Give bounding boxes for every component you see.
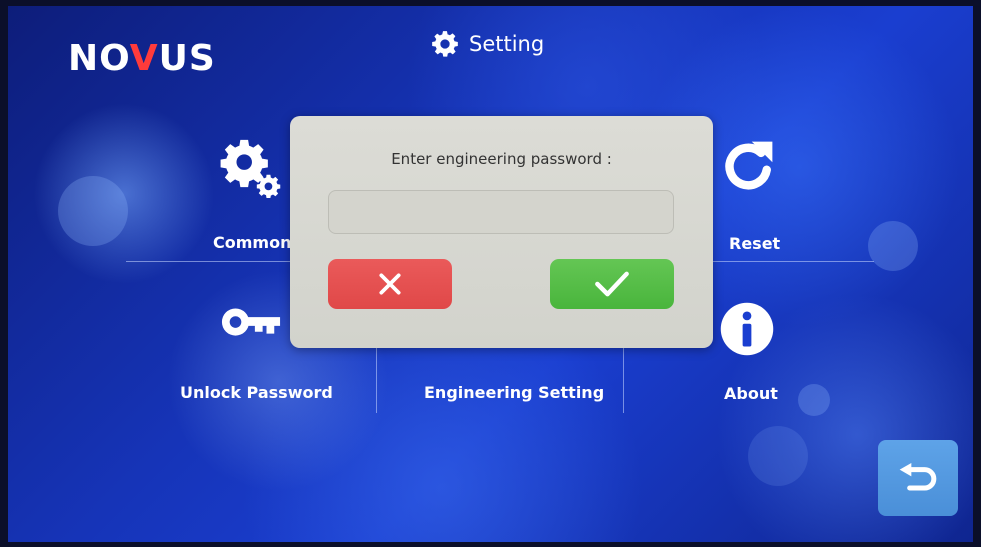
- logo-text-v: V: [129, 38, 159, 79]
- return-arrow-icon: [899, 463, 937, 491]
- password-dialog: Enter engineering password :: [290, 116, 713, 348]
- key-icon: [221, 308, 281, 336]
- page-title: Setting: [431, 30, 544, 58]
- menu-item-label: Engineering Setting: [424, 383, 605, 402]
- close-icon: [379, 273, 401, 295]
- gears-icon: [220, 139, 281, 198]
- password-input[interactable]: [328, 190, 674, 234]
- menu-item-label: Unlock Password: [180, 383, 333, 402]
- logo-text-right: US: [158, 38, 216, 79]
- menu-item-about[interactable]: About: [708, 296, 808, 416]
- menu-item-label: Reset: [729, 234, 781, 253]
- menu-item-reset[interactable]: Reset: [708, 126, 808, 256]
- menu-item-label: Common: [213, 233, 292, 252]
- check-icon: [595, 271, 629, 297]
- gear-icon: [432, 31, 458, 57]
- title-text: Setting: [469, 32, 545, 56]
- logo-text-left: NO: [68, 38, 130, 79]
- refresh-icon: [725, 141, 773, 190]
- dialog-prompt: Enter engineering password :: [391, 150, 612, 168]
- menu-item-label: About: [724, 384, 778, 403]
- background-bokeh: [58, 176, 128, 246]
- background-bokeh: [748, 426, 808, 486]
- info-icon: [720, 302, 774, 356]
- settings-screen: NOVUS Setting Common Reset Unlock Passwo…: [8, 6, 973, 542]
- cancel-button[interactable]: [328, 259, 452, 309]
- confirm-button[interactable]: [550, 259, 674, 309]
- back-button[interactable]: [878, 440, 958, 516]
- background-bokeh: [868, 221, 918, 271]
- novus-logo: NOVUS: [68, 38, 216, 79]
